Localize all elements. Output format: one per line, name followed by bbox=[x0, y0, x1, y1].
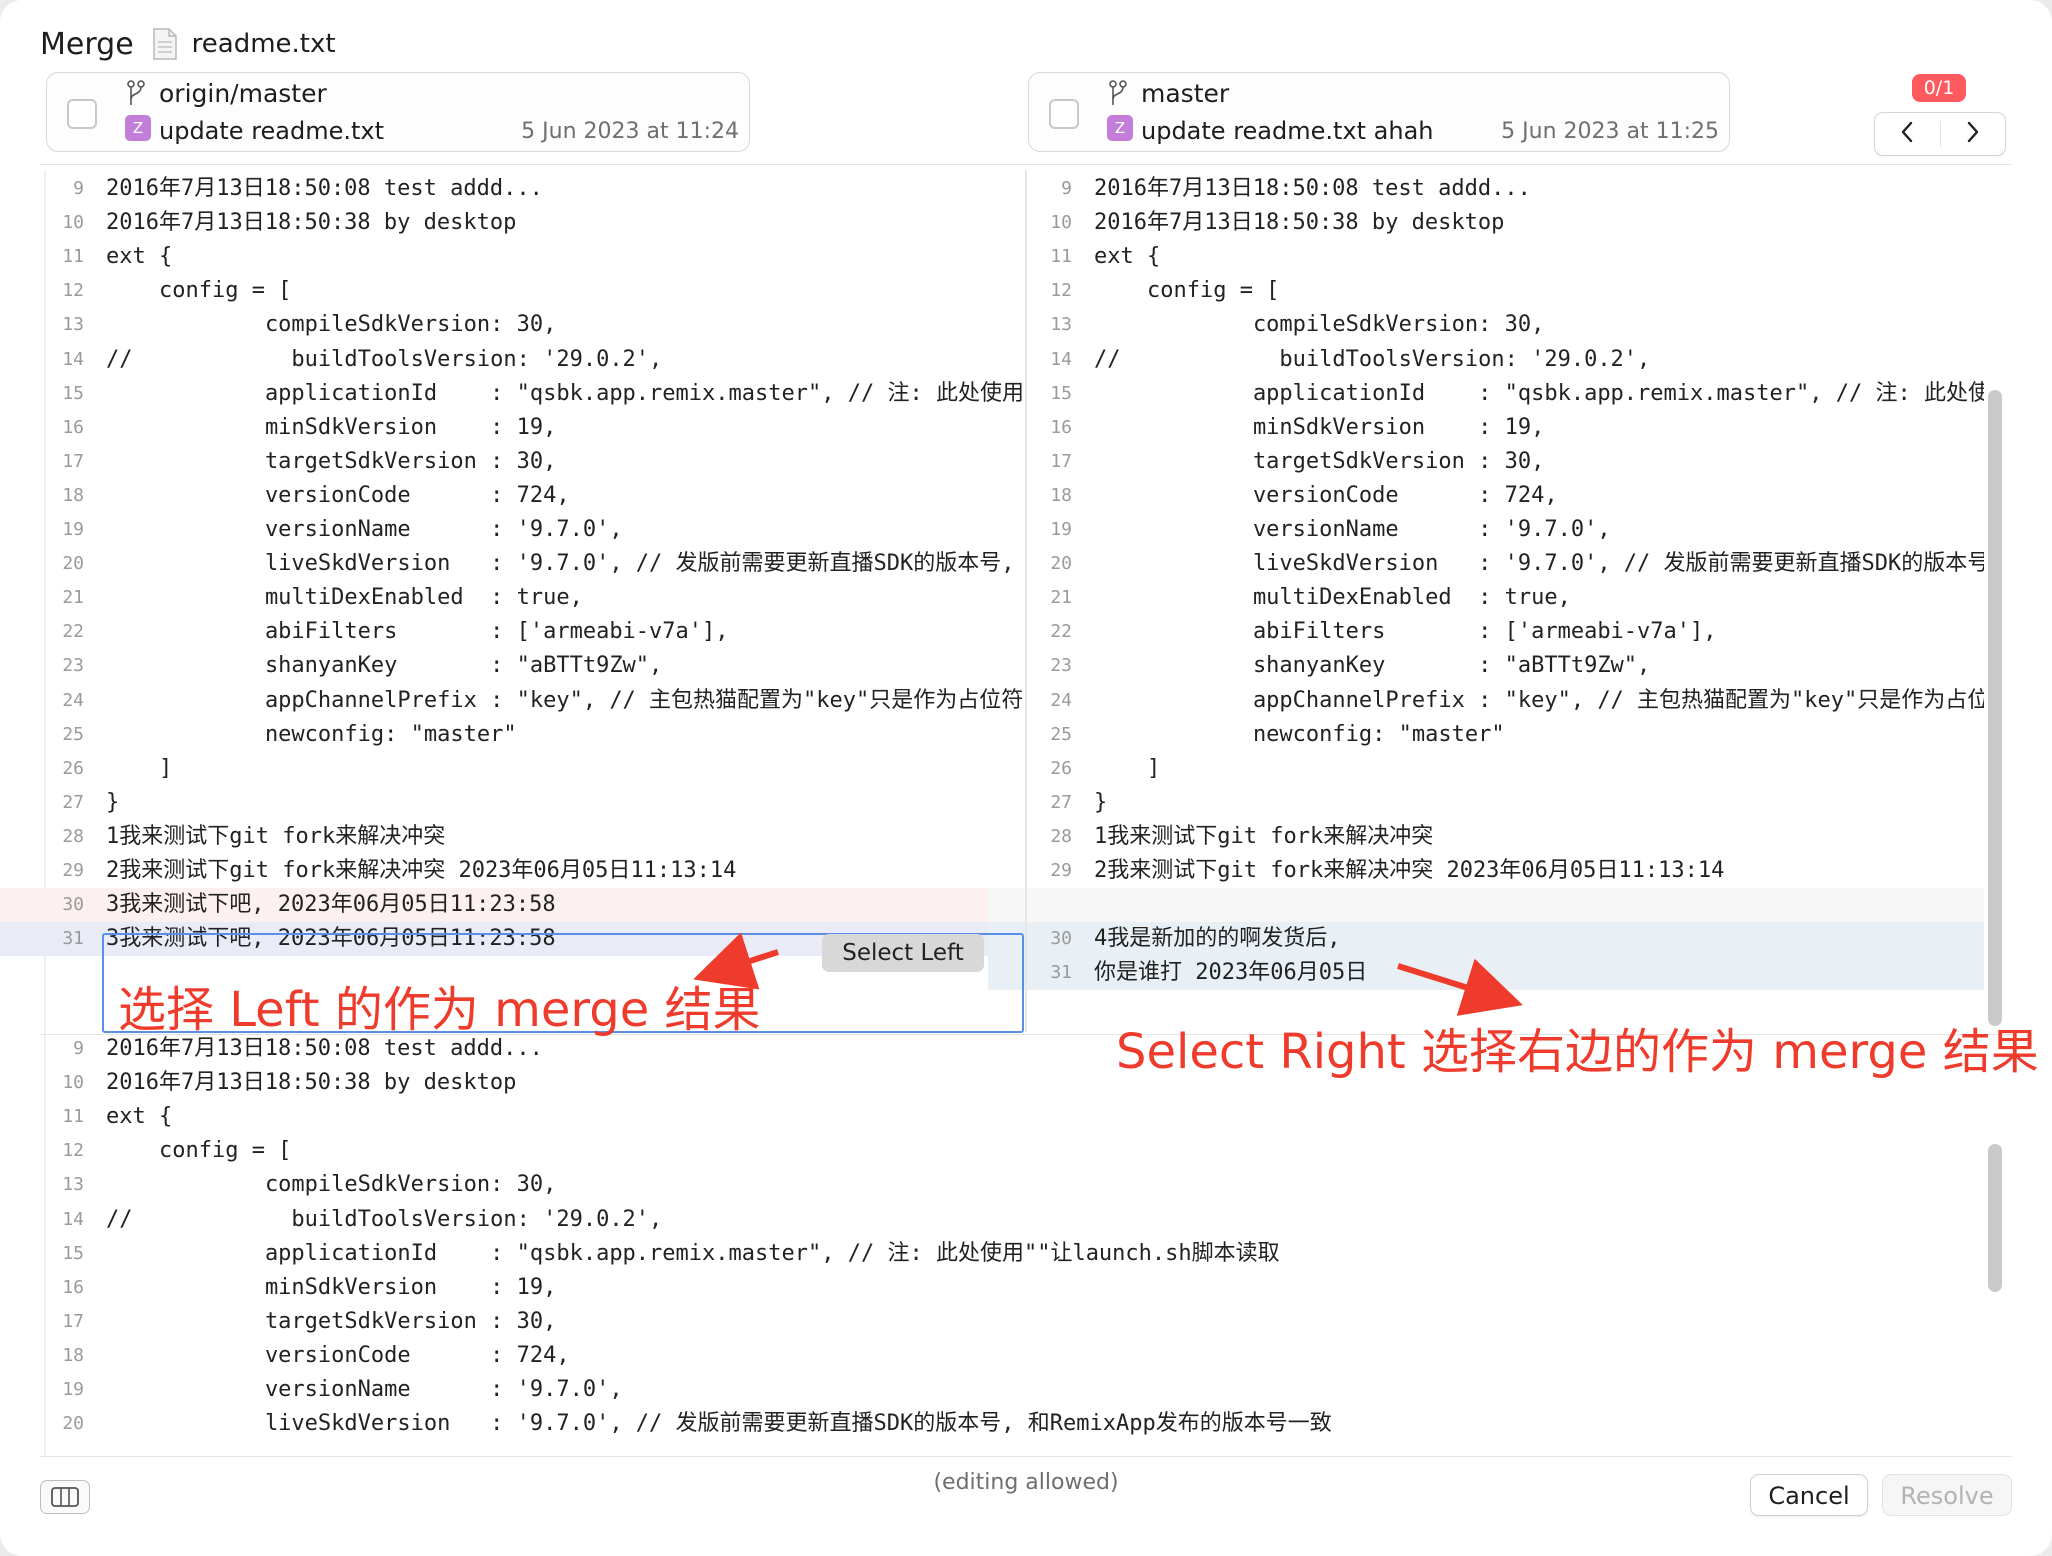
cancel-button[interactable]: Cancel bbox=[1750, 1474, 1868, 1516]
merge-window: Merge readme.txt origin/master Z update bbox=[0, 0, 2052, 1556]
arrow-to-left-block bbox=[693, 932, 779, 990]
resolve-button[interactable]: Resolve bbox=[1882, 1474, 2012, 1516]
annotation-arrows bbox=[693, 932, 1523, 1016]
editing-status: (editing allowed) bbox=[933, 1470, 1119, 1495]
arrow-to-right-block bbox=[1397, 958, 1523, 1016]
